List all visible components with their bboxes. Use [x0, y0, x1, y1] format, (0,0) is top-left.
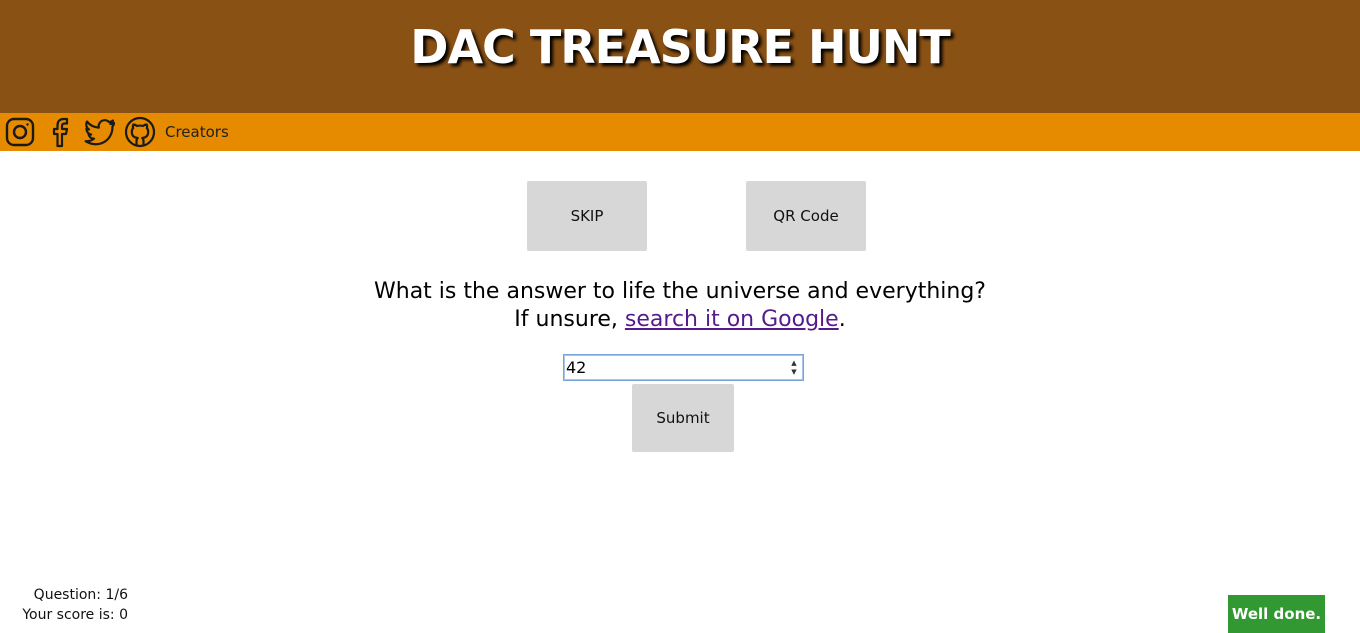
github-icon[interactable]	[124, 116, 156, 148]
hint-prefix: If unsure,	[514, 307, 625, 332]
spin-down-icon[interactable]: ▼	[791, 368, 796, 377]
question-text: What is the answer to life the universe …	[0, 278, 1360, 334]
hint-suffix: .	[838, 307, 846, 332]
google-search-link[interactable]: search it on Google	[625, 307, 839, 332]
question-counter: Question: 1/6	[33, 587, 128, 603]
score-panel: Question: 1/6 Your score is: 0	[20, 585, 128, 625]
number-spinner[interactable]: ▲ ▼	[788, 357, 800, 378]
score-text: Your score is: 0	[22, 607, 128, 623]
submit-button[interactable]: Submit	[632, 384, 734, 452]
spin-up-icon[interactable]: ▲	[791, 359, 796, 368]
instagram-icon[interactable]	[4, 116, 36, 148]
answer-input[interactable]	[563, 354, 804, 381]
skip-button[interactable]: SKIP	[527, 181, 647, 251]
facebook-icon[interactable]	[44, 116, 76, 148]
social-navbar: Creators	[0, 113, 1360, 151]
hint-line: If unsure, search it on Google.	[0, 306, 1360, 334]
question-line: What is the answer to life the universe …	[374, 279, 986, 304]
creators-link[interactable]: Creators	[165, 123, 229, 141]
page-title: DAC TREASURE HUNT	[410, 19, 950, 74]
page-header: DAC TREASURE HUNT	[0, 0, 1360, 113]
qr-code-button[interactable]: QR Code	[746, 181, 866, 251]
twitter-icon[interactable]	[84, 116, 116, 148]
success-toast: Well done.	[1228, 595, 1325, 633]
